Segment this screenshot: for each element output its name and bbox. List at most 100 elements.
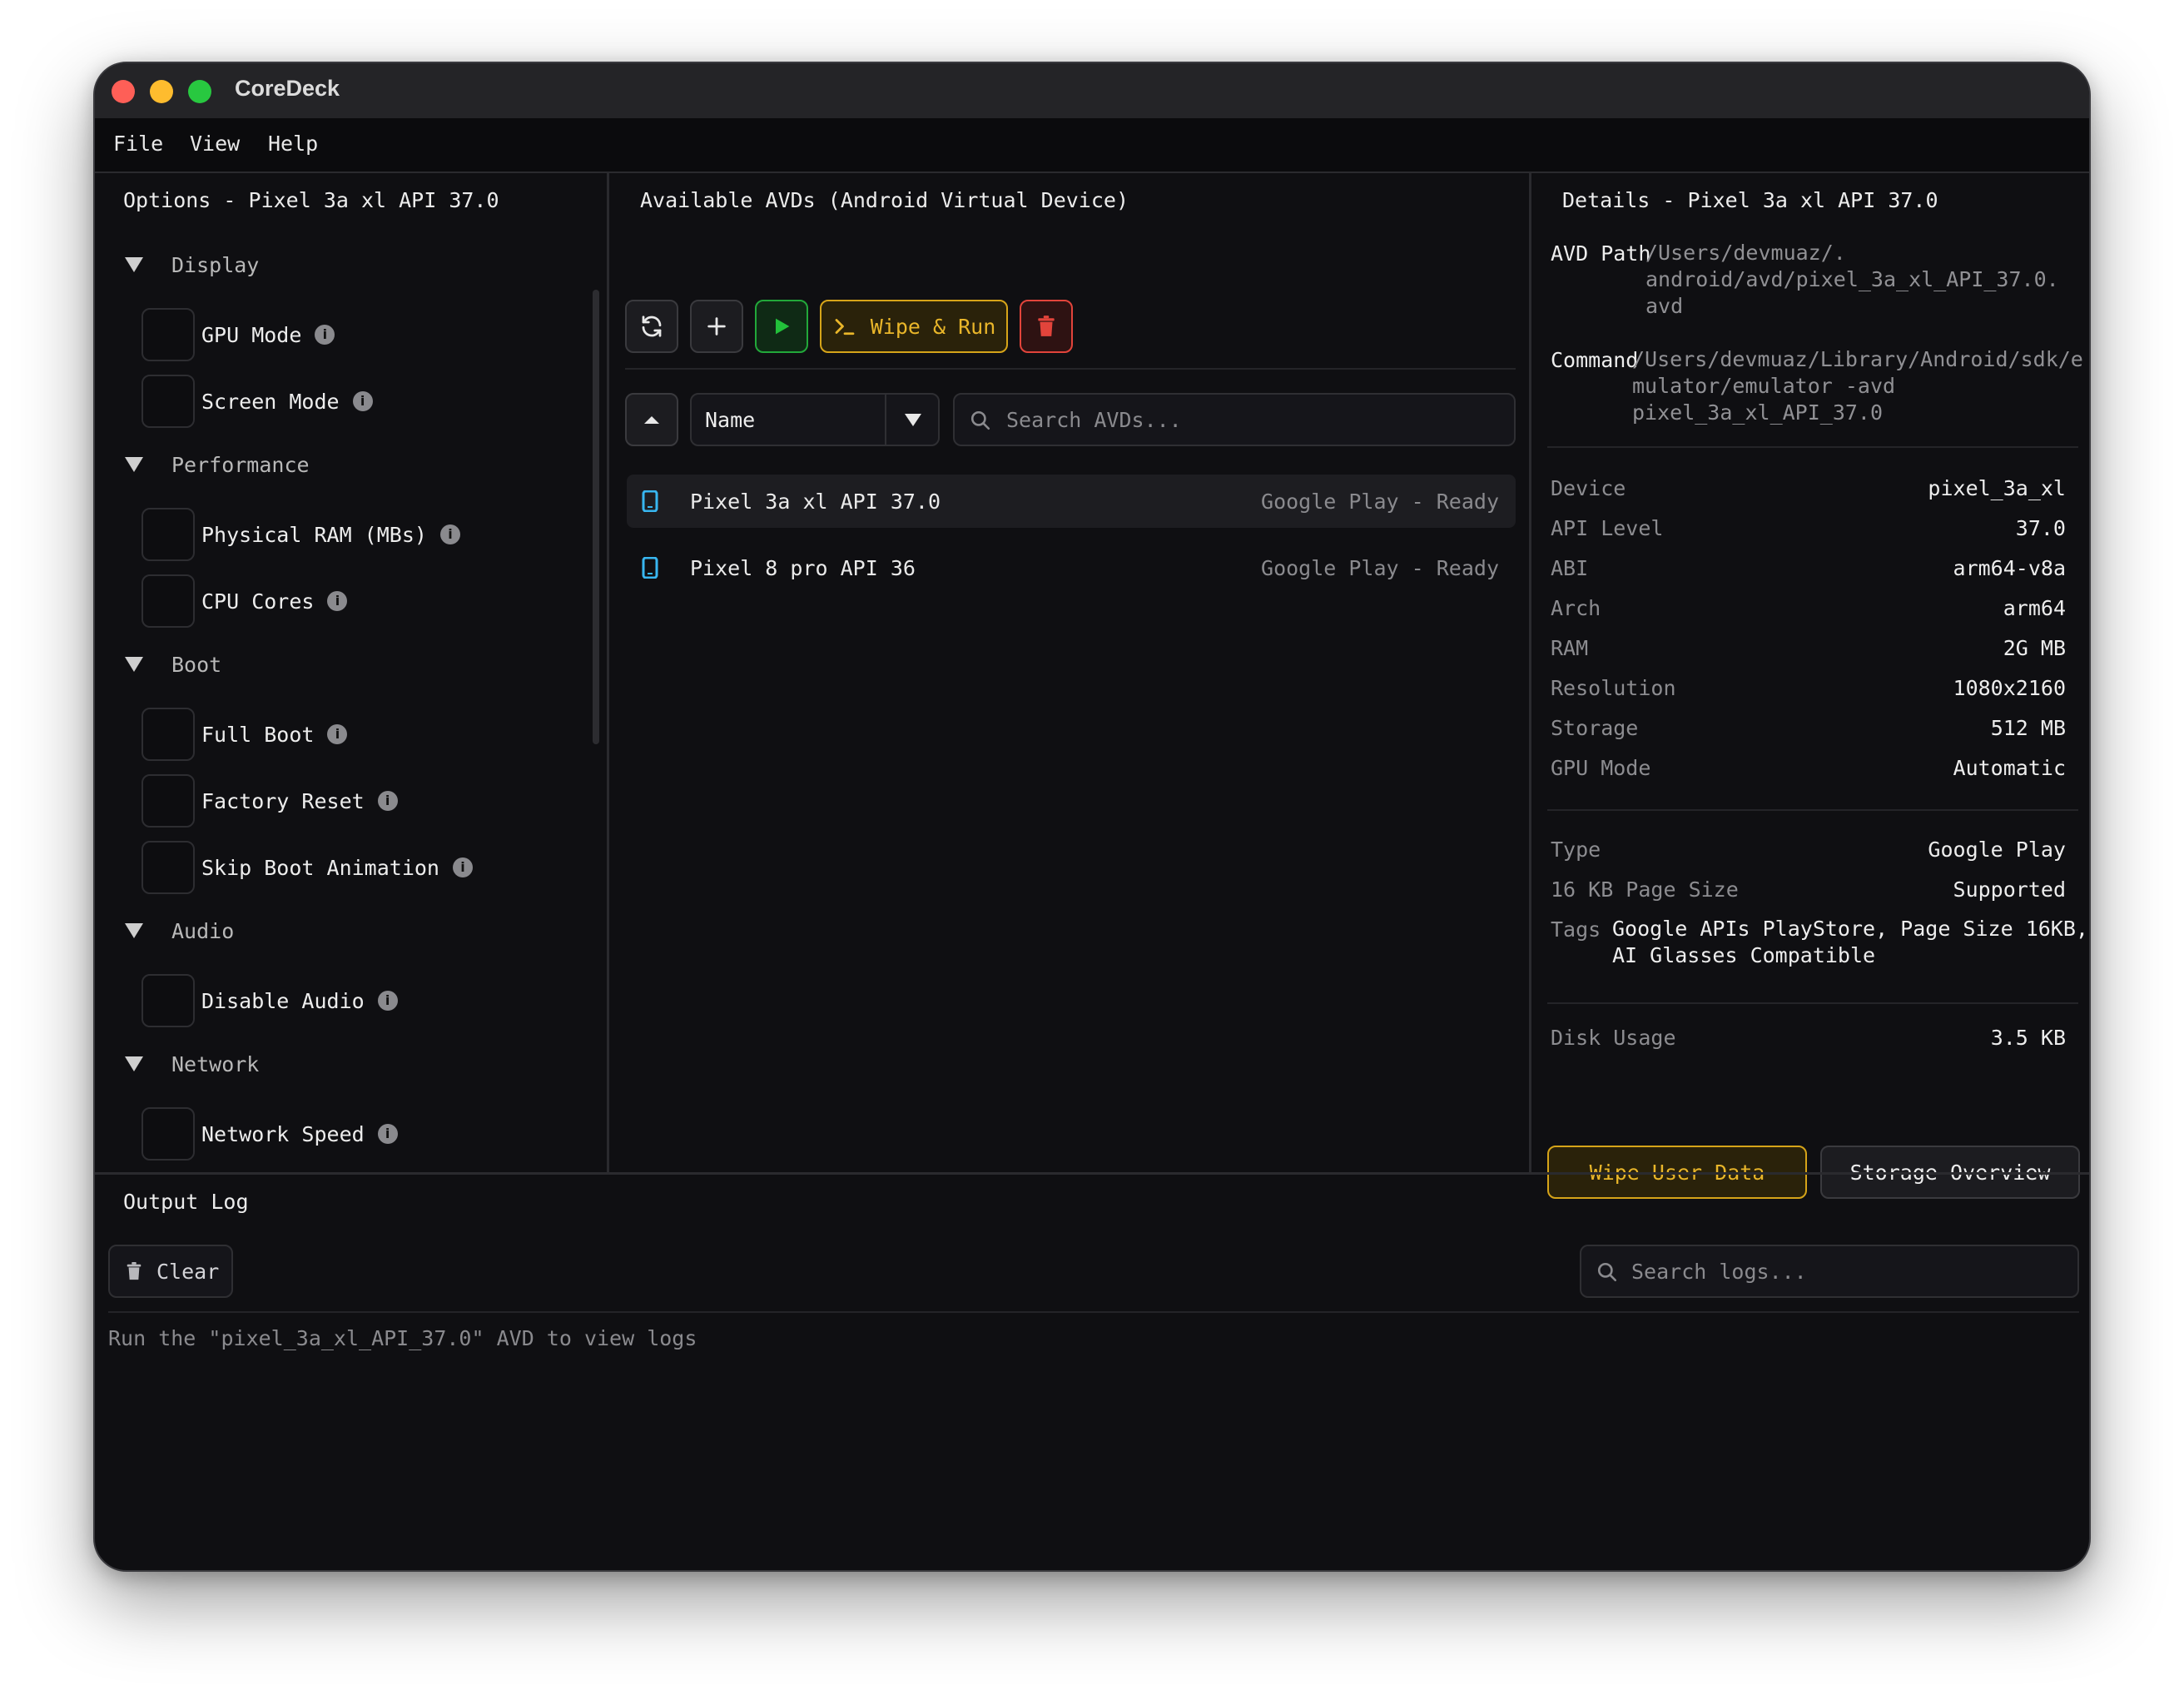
option-factory-reset: Factory Reset i [141,774,398,828]
factory-reset-checkbox[interactable] [141,774,195,828]
tags-label: Tags [1551,917,1601,942]
page-size-value: Supported [1953,877,2066,902]
avd-list-item[interactable]: Pixel 3a xl API 37.0 Google Play - Ready [627,475,1516,528]
info-icon[interactable]: i [452,857,473,877]
avd-search-placeholder: Search AVDs... [1006,408,1182,432]
clear-label: Clear [156,1259,220,1284]
sort-direction-button[interactable] [625,393,678,446]
avd-list-item[interactable]: Pixel 8 pro API 36 Google Play - Ready [627,541,1516,594]
zoom-window-button[interactable] [188,80,211,103]
option-label: Full Boot [201,722,315,747]
option-full-boot: Full Boot i [141,708,348,761]
section-audio[interactable]: Audio [125,919,234,943]
type-value: Google Play [1928,838,2066,862]
wipe-and-run-button[interactable]: Wipe & Run [820,300,1008,353]
option-label: CPU Cores [201,589,315,614]
options-panel: Options - Pixel 3a xl API 37.0 Display G… [95,173,609,1172]
spec-value: 2G MB [2003,636,2066,660]
full-boot-checkbox[interactable] [141,708,195,761]
collapse-triangle-icon [125,257,143,272]
window-title: CoreDeck [235,76,340,101]
gpu-mode-checkbox[interactable] [141,308,195,361]
info-icon[interactable]: i [315,325,335,345]
add-avd-button[interactable] [690,300,743,353]
avd-name: Pixel 3a xl API 37.0 [690,489,941,514]
menu-file[interactable]: File [113,132,163,156]
menu-bar: File View Help [95,118,2089,173]
command-label: Command [1551,348,1639,372]
spec-value: arm64 [2003,596,2066,620]
option-skip-boot-animation: Skip Boot Animation i [141,841,473,894]
skip-boot-animation-checkbox[interactable] [141,841,195,894]
trash-icon [127,1262,141,1280]
option-disable-audio: Disable Audio i [141,974,398,1027]
info-icon[interactable]: i [327,724,348,744]
phone-icon [642,490,658,512]
disable-audio-checkbox[interactable] [141,974,195,1027]
option-label: Physical RAM (MBs) [201,522,427,547]
search-icon [970,410,990,430]
section-display[interactable]: Display [125,253,259,277]
details-divider [1547,446,2078,448]
menu-help[interactable]: Help [268,132,318,156]
info-icon[interactable]: i [377,1124,398,1144]
option-label: Network Speed [201,1121,365,1146]
refresh-button[interactable] [625,300,678,353]
avd-status: Google Play - Ready [1261,555,1499,580]
app-window: CoreDeck File View Help Options - Pixel … [93,62,2091,1572]
menu-view[interactable]: View [190,132,240,156]
avd-status: Google Play - Ready [1261,489,1499,514]
avd-panel-title: Available AVDs (Android Virtual Device) [640,188,1129,212]
minimize-window-button[interactable] [150,80,173,103]
section-performance[interactable]: Performance [125,453,310,477]
section-label: Display [171,253,260,277]
info-icon[interactable]: i [377,791,398,811]
spec-value: arm64-v8a [1953,556,2066,580]
info-icon[interactable]: i [352,391,373,411]
option-physical-ram: Physical RAM (MBs) i [141,508,460,561]
network-speed-checkbox[interactable] [141,1107,195,1161]
wipe-and-run-label: Wipe & Run [870,314,996,339]
avd-path-value: /Users/devmuaz/. android/avd/pixel_3a_xl_… [1645,241,2059,318]
section-network[interactable]: Network [125,1052,259,1076]
info-icon[interactable]: i [439,524,460,544]
options-scrollbar[interactable] [593,290,599,744]
run-button[interactable] [755,300,808,353]
search-icon [1597,1262,1617,1282]
log-search-placeholder: Search logs... [1631,1260,1807,1284]
spec-value: pixel_3a_xl [1928,476,2066,500]
section-label: Performance [171,453,310,477]
option-label: Skip Boot Animation [201,855,439,880]
section-label: Boot [171,653,222,677]
phone-icon [642,557,658,579]
details-divider [1547,1002,2078,1004]
spec-value: 1080x2160 [1953,676,2066,700]
physical-ram-checkbox[interactable] [141,508,195,561]
spec-label: Resolution [1551,676,1676,700]
close-window-button[interactable] [112,80,135,103]
spec-label: Arch [1551,596,1601,620]
info-icon[interactable]: i [327,591,348,611]
option-gpu-mode: GPU Mode i [141,308,335,361]
options-title: Options - Pixel 3a xl API 37.0 [123,188,499,212]
spec-label: Storage [1551,716,1639,740]
disk-usage-label: Disk Usage [1551,1026,1676,1050]
cpu-cores-checkbox[interactable] [141,574,195,628]
clear-log-button[interactable]: Clear [108,1245,233,1298]
option-label: GPU Mode [201,322,302,347]
option-cpu-cores: CPU Cores i [141,574,348,628]
option-network-speed: Network Speed i [141,1107,398,1161]
section-boot[interactable]: Boot [125,653,221,677]
delete-avd-button[interactable] [1020,300,1073,353]
screen-mode-checkbox[interactable] [141,375,195,428]
plus-icon [707,317,726,336]
sort-field-select[interactable]: Name [690,393,940,446]
avd-search-input[interactable]: Search AVDs... [953,393,1516,446]
collapse-triangle-icon [125,1056,143,1071]
avd-path-label: AVD Path [1551,241,1651,266]
log-search-input[interactable]: Search logs... [1580,1245,2079,1298]
spec-value: 37.0 [2015,516,2066,540]
log-divider [108,1311,2079,1313]
info-icon[interactable]: i [377,991,398,1011]
spec-label: GPU Mode [1551,756,1651,780]
